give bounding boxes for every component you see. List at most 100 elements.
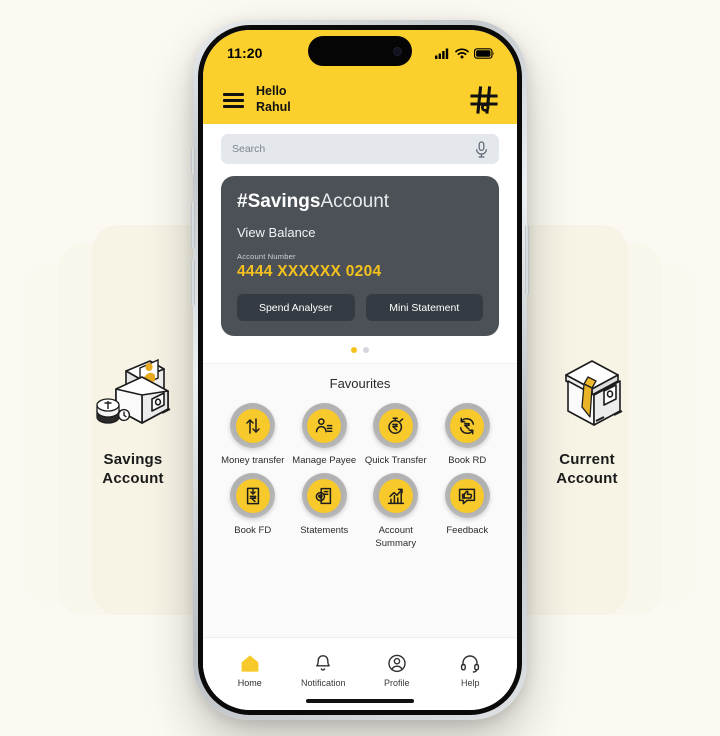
wallet-coins-illustration — [96, 358, 171, 424]
phone-bezel: 11:20 Hello Rahul Search #SavingsAccount… — [198, 25, 522, 715]
favourites-title: Favourites — [329, 376, 391, 391]
favourites-panel: Favourites Money transfer Manage Payee Q… — [203, 363, 517, 637]
savings-account-panel-content[interactable]: Savings Account — [58, 355, 208, 489]
favourite-icon-core — [378, 408, 413, 443]
bar-chart-trend-icon — [387, 488, 404, 504]
favourite-book-rd[interactable]: Book RD — [432, 403, 504, 467]
nav-label: Notification — [300, 677, 346, 688]
greeting-text: Hello Rahul — [256, 84, 291, 115]
volume-down-button[interactable] — [191, 260, 195, 306]
favourite-icon-core — [235, 478, 270, 513]
favourite-icon-ring — [373, 403, 419, 448]
favourite-book-fd[interactable]: Book FD — [217, 473, 289, 550]
spend-analyser-button[interactable]: Spend Analyser — [237, 294, 355, 321]
nav-label: Home — [237, 677, 262, 688]
top-yellow-area: 11:20 Hello Rahul — [203, 30, 517, 124]
favourite-icon-ring — [230, 473, 276, 519]
favourites-grid: Money transfer Manage Payee Quick Transf… — [203, 403, 517, 550]
favourite-label: Book RD — [448, 455, 487, 466]
nav-item-help[interactable]: Help — [434, 654, 508, 688]
app-bar: Hello Rahul — [203, 76, 517, 124]
favourite-icon-ring — [444, 403, 490, 448]
home-indicator[interactable] — [306, 699, 414, 703]
account-card-title-bold: #Savings — [237, 191, 321, 212]
person-list-icon — [316, 417, 333, 432]
account-card-actions: Spend Analyser Mini Statement — [237, 294, 483, 321]
carousel-pager — [203, 336, 517, 363]
favourite-icon-ring — [301, 473, 347, 519]
favourite-icon-core — [450, 408, 485, 443]
favourite-label: Account Summary — [375, 525, 417, 549]
wifi-icon — [455, 47, 469, 58]
favourite-manage-payee[interactable]: Manage Payee — [289, 403, 361, 467]
pager-dot-1[interactable] — [351, 347, 357, 353]
volume-up-button[interactable] — [191, 202, 195, 248]
wallet-necktie-illustration — [565, 360, 623, 426]
favourite-icon-core — [235, 408, 270, 443]
favourite-money-transfer[interactable]: Money transfer — [217, 403, 289, 467]
thumbs-up-bubble-icon — [459, 488, 476, 505]
favourite-icon-core — [307, 478, 342, 513]
favourite-icon-ring — [301, 403, 347, 448]
battery-icon — [474, 47, 495, 59]
dynamic-island — [308, 36, 412, 66]
power-button[interactable] — [525, 225, 529, 295]
hamburger-menu-icon[interactable] — [223, 92, 244, 108]
favourite-account-summary[interactable]: Account Summary — [360, 473, 432, 550]
app-bar-left: Hello Rahul — [223, 84, 291, 115]
phone-screen: 11:20 Hello Rahul Search #SavingsAccount… — [203, 30, 517, 710]
account-number-value: 4444 XXXXXX 0204 — [237, 263, 382, 280]
favourite-quick-transfer[interactable]: Quick Transfer — [360, 403, 432, 467]
phone-mockup: 11:20 Hello Rahul Search #SavingsAccount… — [191, 20, 529, 720]
favourite-icon-core — [450, 478, 485, 513]
favourite-statements[interactable]: Statements — [289, 473, 361, 550]
screen-body: Search #SavingsAccount View Balance Acco… — [203, 124, 517, 710]
coin-stack-icon — [96, 398, 120, 424]
page-root: Savings Account Current Account 11:20 He… — [0, 0, 720, 736]
silent-switch[interactable] — [191, 148, 195, 174]
favourite-feedback[interactable]: Feedback — [432, 473, 504, 550]
status-bar: 11:20 — [203, 30, 517, 76]
nav-item-home[interactable]: Home — [213, 654, 287, 688]
favourite-icon-core — [307, 408, 342, 443]
favourite-label: Manage Payee — [292, 455, 357, 466]
search-input[interactable]: Search — [221, 134, 499, 164]
favourite-icon-ring — [230, 403, 276, 448]
microphone-icon[interactable] — [475, 140, 488, 158]
account-card-title-thin: Account — [320, 191, 390, 212]
account-number-label: Account Number — [237, 252, 296, 261]
favourite-label: Quick Transfer — [364, 455, 427, 466]
search-placeholder: Search — [232, 143, 266, 155]
user-circle-icon — [388, 654, 406, 672]
nav-item-profile[interactable]: Profile — [360, 654, 434, 688]
nav-label: Help — [460, 677, 480, 688]
favourite-icon-ring — [444, 473, 490, 519]
search-section: Search — [203, 124, 517, 176]
favourite-icon-core — [378, 478, 413, 513]
status-icons — [435, 47, 495, 59]
hash-logo-icon[interactable] — [469, 85, 499, 115]
bell-icon — [316, 654, 331, 671]
favourite-label: Feedback — [446, 525, 489, 537]
favourite-label: Money transfer — [221, 455, 285, 466]
account-card-section: #SavingsAccount View Balance Account Num… — [203, 176, 517, 336]
greeting-line-1: Hello — [256, 84, 287, 99]
nav-item-notification[interactable]: Notification — [287, 654, 361, 688]
status-time: 11:20 — [227, 45, 263, 61]
account-card-title: #SavingsAccount — [237, 192, 483, 211]
greeting-line-2: Rahul — [256, 100, 291, 114]
view-balance-link[interactable]: View Balance — [237, 225, 483, 240]
deposit-rupee-icon — [246, 487, 259, 505]
favourite-label: Book FD — [234, 525, 272, 537]
favourite-icon-ring — [373, 473, 419, 519]
savings-account-label: Savings Account — [102, 451, 164, 487]
stopwatch-rupee-icon — [388, 416, 404, 434]
current-account-label: Current Account — [556, 451, 618, 487]
recurring-rupee-icon — [460, 417, 475, 434]
pager-dot-2[interactable] — [363, 347, 369, 353]
mini-statement-button[interactable]: Mini Statement — [365, 294, 483, 321]
current-account-panel-content[interactable]: Current Account — [512, 355, 662, 489]
cellular-signal-icon — [435, 48, 449, 59]
savings-account-card[interactable]: #SavingsAccount View Balance Account Num… — [221, 176, 499, 336]
nav-label: Profile — [383, 677, 410, 688]
